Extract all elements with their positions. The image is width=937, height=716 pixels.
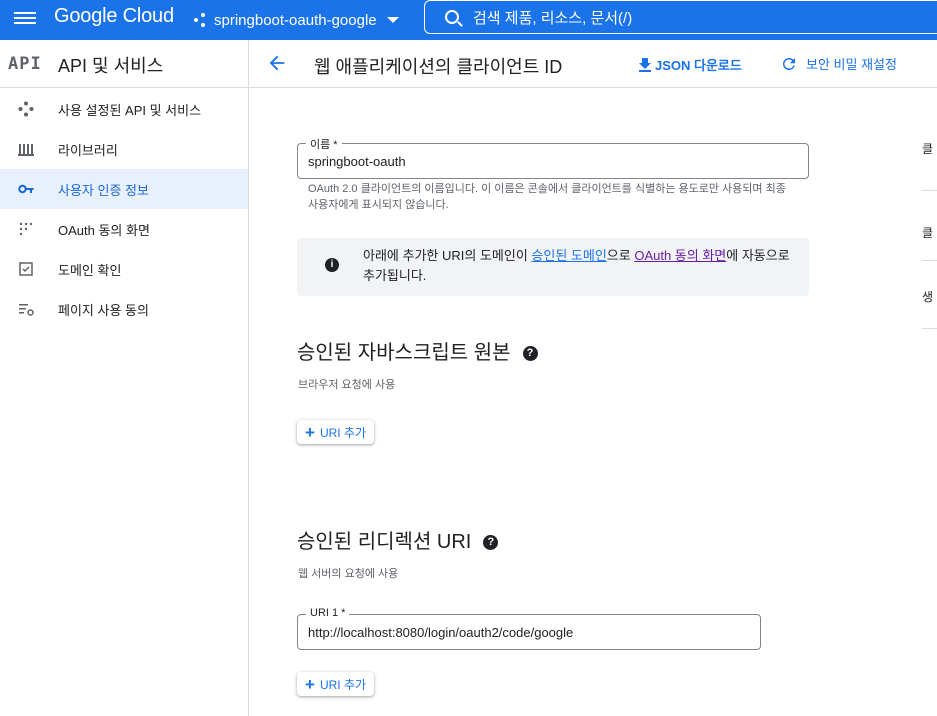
sidebar-item-label: 사용 설정된 API 및 서비스	[58, 102, 202, 118]
plus-icon: +	[305, 422, 315, 442]
redirect-heading: 승인된 리디렉션 URI?	[297, 525, 499, 554]
settings-list-icon	[19, 304, 34, 316]
api-section-title: API 및 서비스	[58, 56, 164, 76]
uri1-field-label: URI 1 *	[306, 607, 350, 619]
project-selector[interactable]: springboot-oauth-google	[194, 8, 399, 32]
key-icon	[18, 184, 34, 194]
sidebar-item-label: 라이브러리	[58, 142, 118, 158]
download-icon	[639, 57, 651, 72]
authorized-domains-link[interactable]: 승인된 도메인	[531, 248, 606, 263]
right-panel-divider	[922, 328, 937, 329]
js-origins-desc: 브라우저 요청에 사용	[298, 379, 396, 391]
help-icon[interactable]: ?	[522, 346, 538, 362]
api-logo: API	[8, 54, 42, 74]
add-js-origin-uri-button[interactable]: + URI 추가	[297, 420, 375, 444]
right-panel-divider	[922, 260, 937, 261]
info-banner: i 아래에 추가한 URI의 도메인이 승인된 도메인으로 OAuth 동의 화…	[297, 238, 809, 296]
sidebar-item-credentials[interactable]: 사용자 인증 정보	[0, 169, 248, 209]
right-panel-divider	[922, 190, 937, 191]
js-origins-heading: 승인된 자바스크립트 원본?	[297, 336, 538, 365]
uri1-field[interactable]: URI 1 * http://localhost:8080/login/oaut…	[297, 607, 761, 650]
redirect-desc: 웹 서버의 요청에 사용	[298, 568, 399, 580]
sidebar-item-oauth-consent[interactable]: OAuth 동의 화면	[0, 209, 248, 249]
info-icon: i	[325, 258, 339, 272]
add-uri-label: URI 추가	[319, 425, 367, 440]
uri1-input[interactable]: http://localhost:8080/login/oauth2/code/…	[308, 625, 573, 640]
name-helper-text: OAuth 2.0 클라이언트의 이름입니다. 이 이름은 콘솔에서 클라이언트…	[308, 183, 786, 211]
info-text: 아래에 추가한 URI의 도메인이 승인된 도메인으로 OAuth 동의 화면에…	[363, 246, 799, 286]
sidebar-nav: 사용 설정된 API 및 서비스 라이브러리 사용자 인증 정보 OAuth 동…	[0, 89, 248, 329]
sidebar-item-label: 사용자 인증 정보	[58, 182, 149, 198]
js-origins-title: 승인된 자바스크립트 원본	[297, 342, 511, 364]
name-field[interactable]: 이름 * springboot-oauth	[297, 136, 809, 179]
top-bar: Google Cloud springboot-oauth-google 검색 …	[0, 0, 937, 40]
chevron-down-icon	[386, 17, 399, 23]
project-name: springboot-oauth-google	[214, 11, 377, 29]
name-field-label: 이름 *	[306, 136, 342, 152]
sidebar-item-label: 도메인 확인	[58, 262, 122, 278]
sidebar-item-page-usage-agreement[interactable]: 페이지 사용 동의	[0, 289, 248, 329]
reset-secret-button[interactable]: 보안 비밀 재설정	[780, 54, 897, 73]
name-input[interactable]: springboot-oauth	[308, 154, 406, 169]
back-arrow-icon[interactable]	[266, 52, 288, 74]
sidebar-divider	[248, 40, 249, 716]
json-download-button[interactable]: JSON 다운로드	[639, 55, 742, 74]
dots-grid-icon	[19, 222, 33, 236]
project-icon	[194, 13, 208, 27]
sidebar-item-label: OAuth 동의 화면	[58, 222, 150, 238]
library-icon	[18, 144, 34, 156]
oauth-consent-link[interactable]: OAuth 동의 화면	[634, 248, 726, 263]
reset-secret-label: 보안 비밀 재설정	[806, 57, 897, 72]
add-redirect-uri-button[interactable]: + URI 추가	[297, 672, 375, 696]
search-icon	[445, 10, 459, 24]
sidebar-item-library[interactable]: 라이브러리	[0, 129, 248, 169]
sidebar-item-label: 페이지 사용 동의	[58, 302, 149, 318]
add-uri-label: URI 추가	[319, 677, 367, 692]
right-panel-peek: 클	[922, 226, 934, 240]
info-text-part: 아래에 추가한 URI의 도메인이	[363, 248, 532, 263]
diamond-dots-icon	[18, 101, 34, 117]
search-bar[interactable]: 검색 제품, 리소스, 문서(/)	[424, 0, 937, 34]
redirect-title: 승인된 리디렉션 URI	[297, 531, 472, 553]
right-panel-peek: 클	[922, 142, 934, 156]
google-cloud-logo[interactable]: Google Cloud	[54, 5, 174, 28]
right-panel-peek: 생	[922, 290, 934, 304]
hamburger-menu-icon[interactable]	[14, 9, 36, 29]
help-icon[interactable]: ?	[483, 535, 499, 551]
info-text-part: 으로	[606, 248, 635, 263]
sidebar-item-enabled-apis[interactable]: 사용 설정된 API 및 서비스	[0, 89, 248, 129]
sidebar-item-domain-verification[interactable]: 도메인 확인	[0, 249, 248, 289]
search-input[interactable]: 검색 제품, 리소스, 문서(/)	[473, 7, 632, 28]
page-title: 웹 애플리케이션의 클라이언트 ID	[314, 57, 563, 77]
json-download-label: JSON 다운로드	[655, 58, 742, 73]
refresh-icon	[783, 57, 795, 70]
plus-icon: +	[305, 674, 315, 694]
checkbox-icon	[19, 262, 33, 276]
